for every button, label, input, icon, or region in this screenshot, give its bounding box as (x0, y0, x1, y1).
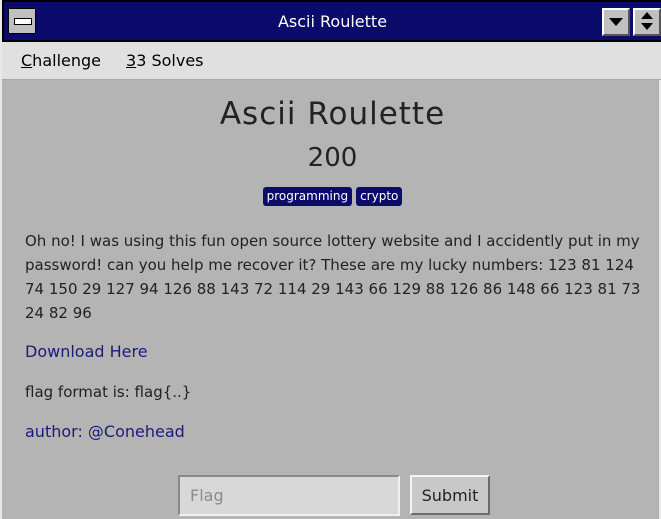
menu-item-challenge[interactable]: Challenge (21, 42, 101, 80)
title-bar[interactable]: Ascii Roulette (2, 0, 661, 42)
flag-format-text: flag format is: flag{..} (25, 383, 192, 401)
tag-crypto: crypto (356, 187, 403, 206)
menu-item-solves[interactable]: 33 Solves (126, 42, 204, 80)
window-title: Ascii Roulette (277, 12, 388, 31)
triangle-down-icon (609, 18, 623, 26)
menu-challenge-accelerator: C (21, 51, 33, 70)
challenge-points: 200 (307, 143, 358, 173)
tag-list: programming crypto (2, 187, 661, 206)
menu-bar: Challenge 33 Solves (2, 42, 661, 80)
submit-button[interactable]: Submit (410, 475, 490, 515)
minimize-button[interactable] (602, 8, 630, 36)
menu-solves-label: 3 Solves (136, 51, 204, 70)
challenge-window: Ascii Roulette Challenge 33 Solves Ascii… (0, 0, 661, 519)
tag-programming: programming (262, 187, 353, 206)
flag-input[interactable] (178, 475, 400, 516)
challenge-description: Oh no! I was using this fun open source … (25, 232, 641, 322)
menu-challenge-label: hallenge (32, 51, 101, 70)
maximize-button[interactable] (633, 8, 661, 36)
author-text: author: @Conehead (25, 422, 185, 441)
download-link[interactable]: Download Here (25, 340, 148, 364)
menu-solves-accelerator: 3 (126, 51, 137, 70)
challenge-name: Ascii Roulette (219, 96, 446, 132)
